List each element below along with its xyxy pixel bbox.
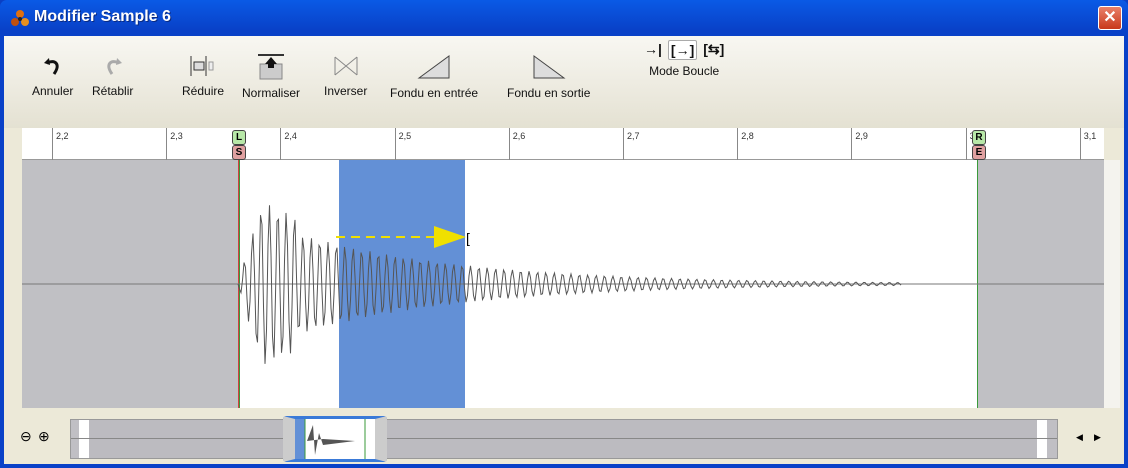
- fade-out-button[interactable]: Fondu en sortie: [507, 46, 590, 100]
- redo-label: Rétablir: [92, 84, 134, 98]
- waveform-view[interactable]: [: [22, 160, 1104, 408]
- waveform: [22, 205, 1104, 364]
- reverse-button[interactable]: Inverser: [324, 46, 367, 98]
- marker-label: R: [972, 130, 986, 145]
- zoom-out-icon[interactable]: ⊖: [20, 428, 32, 445]
- vertical-scrollbar[interactable]: [1104, 160, 1120, 408]
- ruler-tick: 2,5: [394, 128, 411, 160]
- zoom-in-icon[interactable]: ⊕: [38, 428, 50, 445]
- redo-icon: [107, 58, 122, 75]
- ruler-tick: 2,6: [508, 128, 525, 160]
- window-title: Modifier Sample 6: [34, 8, 171, 25]
- fade-out-label: Fondu en sortie: [507, 86, 591, 100]
- loop-mode-pingpong-button[interactable]: [⇆]: [701, 40, 726, 60]
- loop-end-marker[interactable]: RE: [972, 130, 986, 160]
- loop-mode-group: →| [→] [⇆] Mode Boucle: [642, 40, 726, 78]
- ruler-tick: 2,2: [52, 128, 69, 160]
- scroll-right-icon[interactable]: ▶: [1094, 432, 1101, 443]
- overview-viewport-handle[interactable]: [283, 416, 387, 462]
- normalize-label: Normaliser: [242, 86, 301, 100]
- marker-label: E: [972, 145, 986, 160]
- svg-text:[: [: [466, 230, 470, 246]
- overview-waveform: [295, 419, 366, 459]
- toolbar: Annuler Rétablir Réduire Normaliser Inve…: [4, 36, 1124, 128]
- undo-button[interactable]: Annuler: [32, 46, 73, 98]
- loop-mode-forward-button[interactable]: [→]: [667, 40, 698, 60]
- loop-mode-label: Mode Boucle: [649, 64, 720, 78]
- normalize-button[interactable]: Normaliser: [242, 46, 300, 100]
- close-button[interactable]: ✕: [1098, 6, 1122, 30]
- reverse-icon: [334, 56, 358, 76]
- scroll-left-icon[interactable]: ◀: [1076, 432, 1083, 443]
- app-logo-icon: [11, 10, 29, 26]
- redo-button[interactable]: Rétablir: [92, 46, 133, 98]
- ruler-tick: 2,8: [737, 128, 754, 160]
- reverse-label: Inverser: [324, 84, 368, 98]
- trim-button[interactable]: Réduire: [182, 46, 224, 98]
- editor-window: Modifier Sample 6 ✕ Annuler Rétablir Réd…: [0, 0, 1128, 468]
- fade-in-label: Fondu en entrée: [390, 86, 479, 100]
- loop-mode-none-button[interactable]: →|: [642, 40, 664, 60]
- time-ruler[interactable]: 2,22,32,42,52,62,72,82,93,03,1LSRE: [22, 128, 1104, 160]
- marker-label: L: [232, 130, 246, 145]
- fade-in-button[interactable]: Fondu en entrée: [390, 46, 478, 100]
- undo-label: Annuler: [32, 84, 74, 98]
- undo-icon: [43, 58, 59, 75]
- fade-out-icon: [533, 55, 566, 79]
- ruler-tick: 2,4: [280, 128, 297, 160]
- fade-in-icon: [417, 55, 450, 79]
- ruler-tick: 2,9: [851, 128, 868, 160]
- ruler-tick: 3,1: [1079, 128, 1096, 160]
- overview-navigator[interactable]: [70, 416, 1058, 462]
- loop-start-marker[interactable]: LS: [232, 130, 246, 160]
- trim-label: Réduire: [182, 84, 225, 98]
- marker-label: S: [232, 145, 246, 160]
- drag-arrow-icon: [: [336, 226, 470, 248]
- ruler-tick: 2,3: [166, 128, 183, 160]
- ruler-tick: 2,7: [623, 128, 640, 160]
- normalize-icon: [258, 54, 284, 80]
- trim-icon: [190, 56, 214, 76]
